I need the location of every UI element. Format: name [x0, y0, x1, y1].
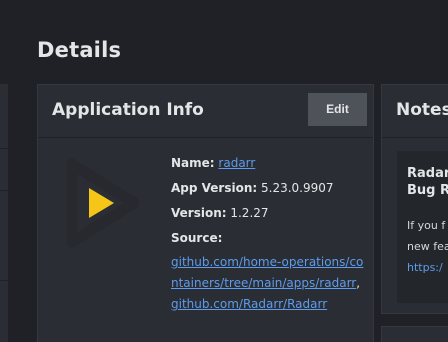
- app-version-value: 5.23.0.9907: [261, 181, 334, 195]
- version-label: Version:: [171, 206, 227, 220]
- source-link-radarr[interactable]: github.com/Radarr/Radarr: [171, 297, 327, 311]
- radarr-logo-icon: [66, 158, 140, 248]
- name-row: Name: radarr: [171, 151, 366, 176]
- app-version-label: App Version:: [171, 181, 258, 195]
- page: Details Application Info Edit Name: rada…: [0, 0, 448, 342]
- application-info-panel: Application Info Edit Name: radarr App V…: [37, 84, 374, 342]
- notes-body-line-2: new fea: [407, 240, 448, 253]
- source-row: Source:: [171, 226, 366, 251]
- notes-body-line-1: If you f: [407, 219, 446, 232]
- notes-heading-line-1: Radar: [407, 166, 448, 181]
- source-link-containers[interactable]: github.com/home-operations/containers/tr…: [171, 255, 363, 290]
- name-label: Name:: [171, 156, 215, 170]
- notes-panel-secondary: [381, 326, 448, 342]
- notes-title: Notes: [396, 100, 448, 120]
- notes-card: Radar Bug R If you f new fea https:/: [397, 151, 448, 303]
- version-row: Version: 1.2.27: [171, 201, 366, 226]
- notes-link[interactable]: https:/: [407, 261, 443, 274]
- source-links: github.com/home-operations/containers/tr…: [171, 252, 366, 315]
- page-title: Details: [37, 38, 122, 62]
- name-link[interactable]: radarr: [218, 156, 255, 170]
- notes-heading-line-2: Bug R: [407, 183, 448, 198]
- app-details: Name: radarr App Version: 5.23.0.9907 Ve…: [171, 151, 366, 315]
- source-label: Source:: [171, 231, 223, 245]
- version-value: 1.2.27: [230, 206, 269, 220]
- application-info-header: Application Info Edit: [38, 85, 373, 138]
- sidebar-edge: [0, 84, 8, 342]
- source-link-separator: ,: [356, 276, 361, 290]
- app-version-row: App Version: 5.23.0.9907: [171, 176, 366, 201]
- notes-body: If you f new fea https:/: [407, 215, 448, 278]
- notes-heading: Radar Bug R: [407, 165, 448, 199]
- notes-header: Notes: [382, 85, 448, 138]
- application-info-title: Application Info: [52, 100, 204, 120]
- edit-button[interactable]: Edit: [308, 93, 367, 126]
- notes-panel: Notes Radar Bug R If you f new fea https…: [381, 84, 448, 314]
